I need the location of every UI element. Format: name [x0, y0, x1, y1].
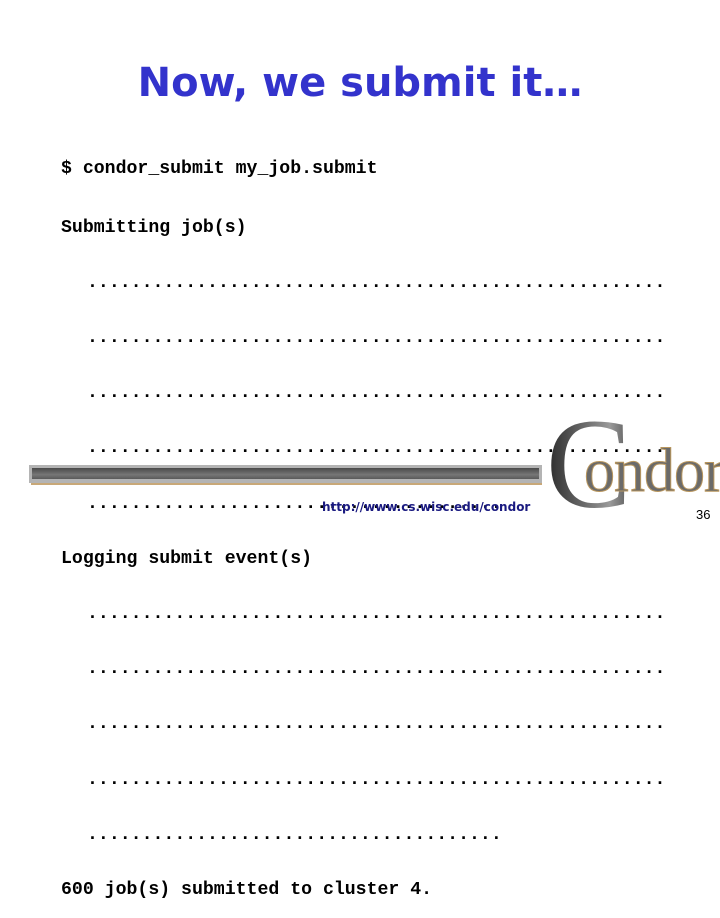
page-number: 36	[696, 507, 711, 522]
footer-bar	[29, 465, 542, 483]
footer-accent-line	[31, 483, 542, 485]
progress-dots-line: ........................................…	[87, 714, 666, 735]
output-line-logging: Logging submit event(s)	[61, 548, 313, 569]
progress-dots-line: ......................................	[87, 824, 502, 845]
progress-dots-line: ........................................…	[87, 769, 666, 790]
output-line-submitting: Submitting job(s)	[61, 217, 247, 238]
footer-url-link[interactable]: http://www.cs.wisc.edu/condor	[322, 500, 530, 514]
footer-bar-inner	[32, 468, 539, 479]
progress-dots-line: ........................................…	[87, 604, 666, 625]
output-line-result: 600 job(s) submitted to cluster 4.	[61, 880, 433, 901]
slide-title: Now, we submit it…	[137, 60, 583, 106]
command-line: $ condor_submit my_job.submit	[61, 158, 378, 179]
progress-dots-line: ........................................…	[87, 272, 666, 293]
progress-dots-line: ........................................…	[87, 328, 666, 349]
logo-wordmark: ondor	[584, 437, 720, 505]
condor-logo: C ondor	[540, 400, 720, 533]
progress-dots-line: ........................................…	[87, 659, 666, 680]
